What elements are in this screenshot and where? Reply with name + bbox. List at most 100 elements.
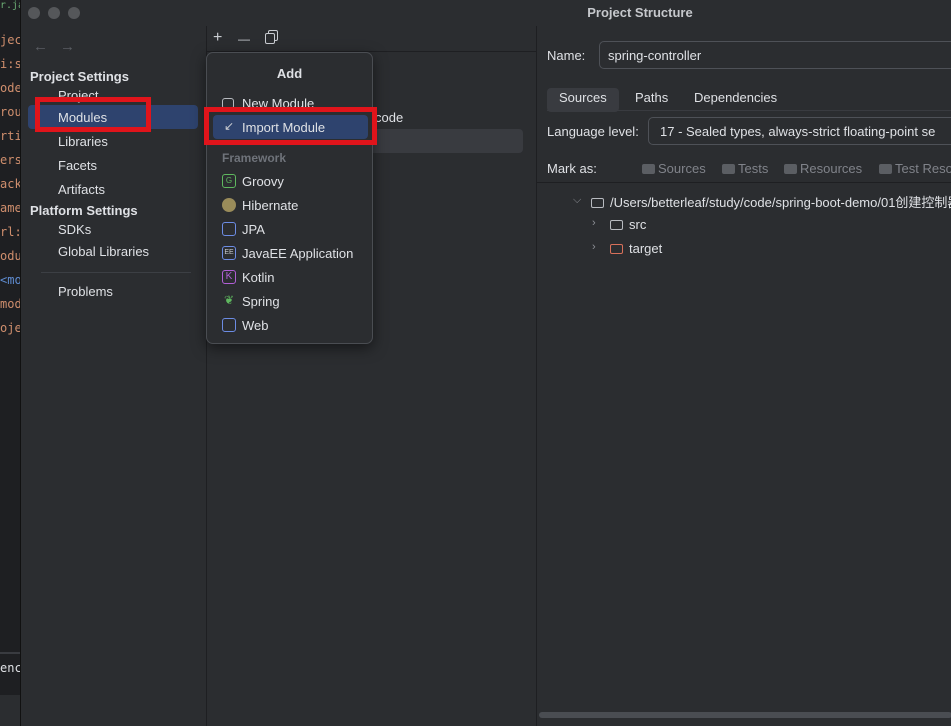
- menu-item-hibernate[interactable]: Hibernate: [207, 193, 372, 217]
- jpa-icon: [222, 222, 236, 236]
- javaee-icon: EE: [222, 246, 236, 260]
- editor-line: odu: [0, 249, 20, 263]
- nav-item-facets[interactable]: Facets: [58, 158, 97, 173]
- spring-icon: ❦: [223, 293, 235, 307]
- mark-tests-label: Tests: [738, 161, 769, 176]
- menu-item-label: JavaEE Application: [242, 246, 354, 261]
- nav-item-sdks[interactable]: SDKs: [58, 222, 91, 237]
- remove-button[interactable]: —: [238, 31, 250, 47]
- language-level-label: Language level:: [547, 124, 639, 139]
- folder-icon: [591, 198, 604, 208]
- tab-sources[interactable]: Sources: [547, 88, 619, 112]
- chevron-right-icon[interactable]: ›: [592, 217, 596, 229]
- editor-line: jec: [0, 33, 20, 47]
- import-module-highlight-box: [204, 107, 377, 145]
- back-arrow-icon[interactable]: ←: [33, 38, 48, 55]
- editor-line: <mo: [0, 273, 20, 287]
- tree-row-src[interactable]: src: [610, 217, 646, 232]
- mark-as-divider: [537, 182, 951, 183]
- mark-test-resources-label: Test Resourc: [895, 161, 951, 176]
- tab-dependencies[interactable]: Dependencies: [682, 88, 789, 112]
- mark-resources-button[interactable]: Resources: [784, 161, 862, 176]
- tree-row-target[interactable]: target: [610, 241, 662, 256]
- copy-icon[interactable]: [265, 30, 278, 48]
- editor-line: ack: [0, 177, 20, 191]
- editor-tab-fragment[interactable]: r.ja: [0, 0, 20, 14]
- nav-item-artifacts[interactable]: Artifacts: [58, 182, 105, 197]
- nav-arrows: ← →: [33, 38, 87, 55]
- chevron-down-icon[interactable]: ⌵: [573, 194, 581, 207]
- folder-icon: [610, 220, 623, 230]
- menu-item-label: Hibernate: [242, 198, 299, 213]
- menu-item-label: Kotlin: [242, 270, 275, 285]
- groovy-icon: G: [222, 174, 236, 188]
- menu-item-spring[interactable]: ❦ Spring: [207, 289, 372, 313]
- editor-line: ers: [0, 153, 20, 167]
- editor-bottom-panel: enc: [0, 652, 20, 726]
- project-structure-window: Project Structure ← → Project Settings Pr…: [20, 0, 951, 726]
- web-icon: [222, 318, 236, 332]
- language-level-select[interactable]: 17 - Sealed types, always-strict floatin…: [648, 117, 951, 145]
- editor-line: ode: [0, 81, 20, 95]
- editor-line: ame: [0, 201, 20, 215]
- menu-item-kotlin[interactable]: K Kotlin: [207, 265, 372, 289]
- popup-title: Add: [276, 66, 303, 81]
- mark-as-label: Mark as:: [547, 161, 597, 176]
- tab-paths[interactable]: Paths: [623, 88, 680, 112]
- modules-highlight-box: [35, 97, 151, 132]
- editor-line: i:s: [0, 57, 20, 71]
- editor-line: rl:: [0, 225, 20, 239]
- add-popup-menu: Add New Module ↙ Import Module Framework…: [206, 52, 373, 344]
- framework-group-label: Framework: [222, 151, 287, 165]
- menu-item-label: Web: [242, 318, 269, 333]
- menu-item-javaee[interactable]: EE JavaEE Application: [207, 241, 372, 265]
- tree-label-src: src: [629, 217, 647, 232]
- menu-item-web[interactable]: Web: [207, 313, 372, 337]
- excluded-folder-icon: [610, 244, 623, 254]
- nav-item-libraries[interactable]: Libraries: [58, 134, 108, 149]
- tree-root-label: /Users/betterleaf/study/code/spring-boot…: [610, 195, 951, 210]
- editor-line: oje: [0, 321, 20, 335]
- horizontal-scrollbar[interactable]: [539, 712, 951, 718]
- mark-tests-button[interactable]: Tests: [722, 161, 768, 176]
- nav-item-global-libraries[interactable]: Global Libraries: [58, 244, 149, 259]
- mark-sources-label: Sources: [658, 161, 706, 176]
- module-row-selected[interactable]: [357, 129, 523, 153]
- module-details-pane: Name: Sources Paths Dependencies Languag…: [537, 26, 951, 726]
- tests-folder-icon: [722, 164, 735, 174]
- menu-item-jpa[interactable]: JPA: [207, 217, 372, 241]
- test-resources-folder-icon: [879, 164, 892, 174]
- platform-settings-heading: Platform Settings: [30, 203, 138, 218]
- project-settings-heading: Project Settings: [30, 69, 129, 84]
- mark-resources-label: Resources: [800, 161, 863, 176]
- name-label: Name:: [547, 48, 586, 63]
- forward-arrow-icon[interactable]: →: [60, 38, 75, 55]
- menu-item-groovy[interactable]: G Groovy: [207, 169, 372, 193]
- menu-item-label: JPA: [242, 222, 265, 237]
- tabs-underline: [547, 110, 951, 111]
- tree-label-target: target: [629, 241, 663, 256]
- sources-folder-icon: [642, 164, 655, 174]
- module-row-fragment[interactable]: code: [375, 110, 403, 125]
- bottom-panel-text[interactable]: enc: [0, 661, 20, 675]
- nav-divider: [41, 272, 191, 273]
- editor-line: rti: [0, 129, 20, 143]
- chevron-right-icon[interactable]: ›: [592, 241, 596, 253]
- kotlin-icon: K: [222, 270, 236, 284]
- nav-item-problems[interactable]: Problems: [58, 284, 113, 299]
- mark-test-resources-button[interactable]: Test Resourc: [879, 161, 951, 176]
- background-editor: r.ja jec i:s ode rou rti ers ack ame rl:…: [0, 0, 20, 726]
- modules-toolbar: + —: [207, 26, 537, 52]
- editor-lines: jec i:s ode rou rti ers ack ame rl: odu …: [0, 28, 20, 340]
- add-button[interactable]: +: [213, 30, 222, 46]
- menu-item-label: Spring: [242, 294, 280, 309]
- hibernate-icon: [222, 198, 236, 212]
- module-name-field[interactable]: [599, 41, 951, 69]
- mark-sources-button[interactable]: Sources: [642, 161, 706, 176]
- editor-line: rou: [0, 105, 20, 119]
- screen: r.ja jec i:s ode rou rti ers ack ame rl:…: [0, 0, 951, 726]
- resources-folder-icon: [784, 164, 797, 174]
- menu-item-label: Groovy: [242, 174, 284, 189]
- tree-root-row[interactable]: /Users/betterleaf/study/code/spring-boot…: [591, 192, 951, 211]
- editor-line: mod: [0, 297, 20, 311]
